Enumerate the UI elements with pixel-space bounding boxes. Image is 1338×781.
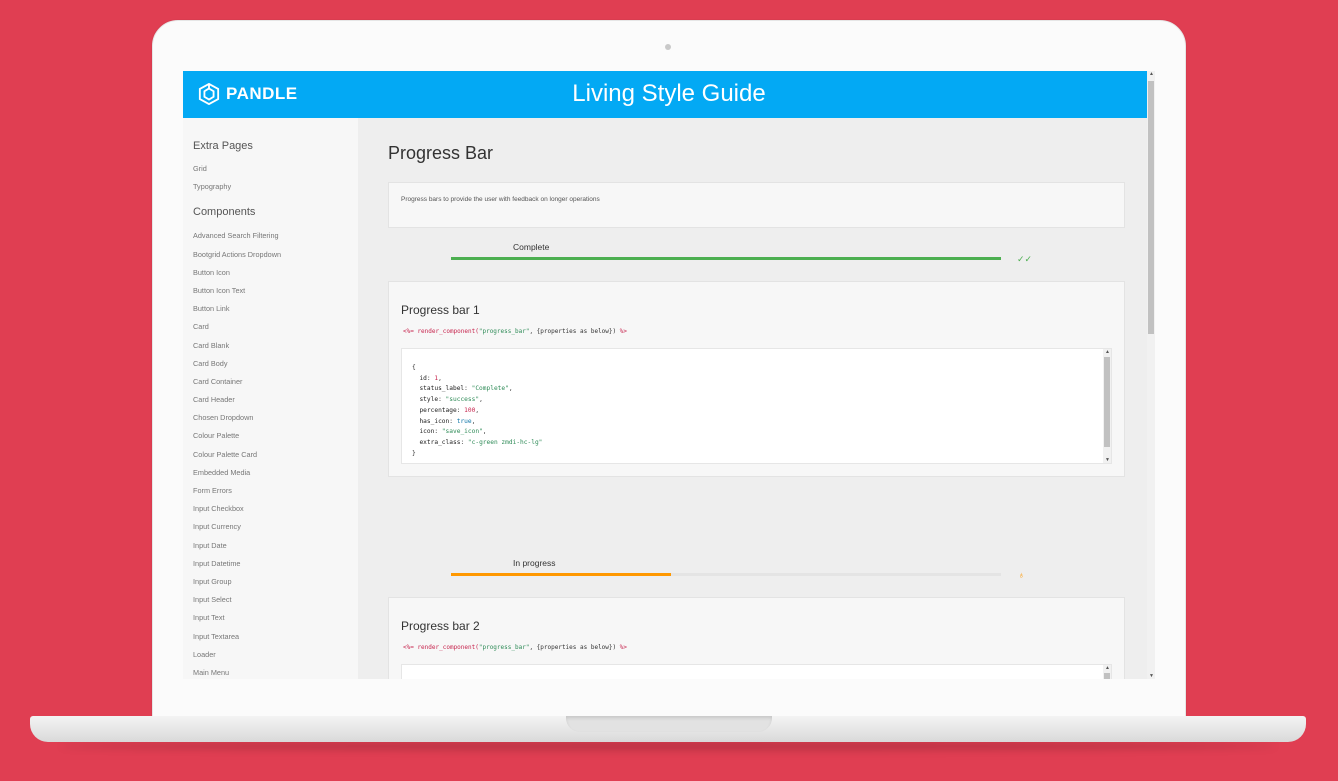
sidebar-item-input-select[interactable]: Input Select (193, 595, 358, 613)
progress-fill (451, 573, 671, 576)
page-title: Progress Bar (388, 143, 494, 163)
sidebar-item-button-icon-text[interactable]: Button Icon Text (193, 286, 358, 304)
render-call: <%= render_component("progress_bar", {pr… (403, 644, 627, 651)
sidebar-item-input-text[interactable]: Input Text (193, 613, 358, 631)
sidebar-item-card-header[interactable]: Card Header (193, 395, 358, 413)
sidebar-item-loader[interactable]: Loader (193, 650, 358, 668)
sidebar-item-card-blank[interactable]: Card Blank (193, 341, 358, 359)
lightbulb-icon: ♁ (1018, 570, 1025, 580)
description-card: Progress bars to provide the user with f… (388, 182, 1125, 228)
scroll-up-icon[interactable]: ▲ (1105, 349, 1110, 355)
progress-label: Complete (513, 242, 550, 252)
code-scrollbar[interactable]: ▲ ▼ (1103, 349, 1111, 463)
main-content: Progress Bar Progress bars to provide th… (358, 118, 1147, 679)
sidebar-item-input-group[interactable]: Input Group (193, 577, 358, 595)
render-call: <%= render_component("progress_bar", {pr… (403, 328, 627, 335)
page-scroll-thumb[interactable] (1148, 81, 1154, 334)
sidebar: Extra Pages Grid Typography Components A… (183, 118, 358, 679)
page-scroll-down-icon[interactable]: ▼ (1149, 673, 1154, 679)
code-block[interactable]: ▲ (401, 664, 1112, 679)
sidebar-item-typography[interactable]: Typography (193, 182, 358, 200)
card-title: Progress bar 1 (401, 303, 480, 317)
laptop-shadow (60, 742, 1276, 750)
laptop-notch (566, 716, 772, 732)
sidebar-item-chosen-dropdown[interactable]: Chosen Dropdown (193, 413, 358, 431)
progress-bar-2-card: Progress bar 2 <%= render_component("pro… (388, 597, 1125, 679)
sidebar-item-input-date[interactable]: Input Date (193, 541, 358, 559)
sidebar-item-grid[interactable]: Grid (193, 164, 358, 182)
page-scroll-up-icon[interactable]: ▲ (1149, 71, 1154, 77)
code-properties: { id: 1, status_label: "Complete", style… (412, 364, 543, 457)
check-double-icon: ✓✓ (1017, 254, 1033, 264)
sidebar-item-input-checkbox[interactable]: Input Checkbox (193, 504, 358, 522)
app-title: Living Style Guide (572, 80, 766, 107)
sidebar-item-card-body[interactable]: Card Body (193, 359, 358, 377)
scroll-up-icon[interactable]: ▲ (1105, 665, 1110, 671)
browser-viewport: PANDLE Living Style Guide Extra Pages Gr… (183, 71, 1155, 679)
sidebar-item-form-errors[interactable]: Form Errors (193, 486, 358, 504)
sidebar-heading-components: Components (193, 206, 256, 219)
card-title: Progress bar 2 (401, 619, 480, 633)
code-block[interactable]: { id: 1, status_label: "Complete", style… (401, 348, 1112, 464)
code-scrollbar[interactable]: ▲ (1103, 665, 1111, 679)
sidebar-item-main-menu[interactable]: Main Menu (193, 668, 358, 679)
sidebar-item-button-icon[interactable]: Button Icon (193, 268, 358, 286)
scroll-down-icon[interactable]: ▼ (1105, 457, 1110, 463)
description-text: Progress bars to provide the user with f… (401, 196, 600, 203)
progress-fill (451, 257, 1001, 260)
code-scroll-thumb[interactable] (1104, 673, 1110, 679)
sidebar-item-card-container[interactable]: Card Container (193, 377, 358, 395)
sidebar-item-embedded-media[interactable]: Embedded Media (193, 468, 358, 486)
page-scrollbar[interactable]: ▲ ▼ (1147, 71, 1155, 679)
sidebar-item-bootgrid-actions-dropdown[interactable]: Bootgrid Actions Dropdown (193, 250, 358, 268)
sidebar-item-input-datetime[interactable]: Input Datetime (193, 559, 358, 577)
progress-label: In progress (513, 558, 556, 568)
sidebar-heading-extra-pages: Extra Pages (193, 140, 253, 152)
progress-track (451, 257, 1001, 260)
sidebar-item-colour-palette-card[interactable]: Colour Palette Card (193, 450, 358, 468)
sidebar-item-input-currency[interactable]: Input Currency (193, 522, 358, 540)
sidebar-item-button-link[interactable]: Button Link (193, 304, 358, 322)
progress-bar-1-card: Progress bar 1 <%= render_component("pro… (388, 281, 1125, 477)
sidebar-item-colour-palette[interactable]: Colour Palette (193, 431, 358, 449)
sidebar-item-advanced-search-filtering[interactable]: Advanced Search Filtering (193, 231, 358, 249)
sidebar-item-input-textarea[interactable]: Input Textarea (193, 632, 358, 650)
sidebar-item-card[interactable]: Card (193, 322, 358, 340)
code-scroll-thumb[interactable] (1104, 357, 1110, 447)
progress-track (451, 573, 1001, 576)
camera-icon (665, 44, 671, 50)
